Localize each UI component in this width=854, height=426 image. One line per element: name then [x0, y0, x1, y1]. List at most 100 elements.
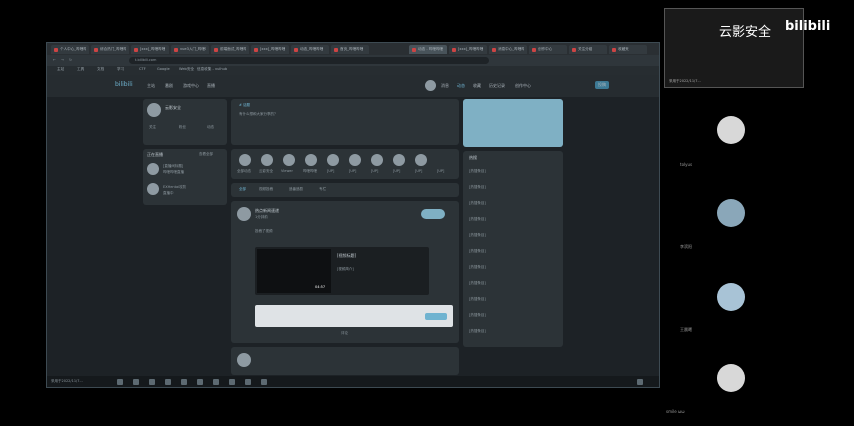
browser-tab[interactable]: 动态_哔哩哔哩: [291, 45, 329, 54]
browser-tab[interactable]: 创作中心: [529, 45, 567, 54]
feed-tab[interactable]: 追番追剧: [289, 187, 303, 192]
nav-right-item[interactable]: 收藏: [473, 83, 481, 89]
participant-avatar[interactable]: [717, 283, 745, 311]
nav-right-item[interactable]: 动态: [457, 83, 465, 89]
app-icon[interactable]: [229, 379, 235, 385]
reload-icon[interactable]: ↻: [69, 58, 72, 62]
feed-tab[interactable]: 视频投稿: [259, 187, 273, 192]
participant-name: 李滨阳: [680, 244, 692, 249]
browser-tab[interactable]: [xxx]_哔哩哔哩: [251, 45, 289, 54]
up-avatar[interactable]: [239, 154, 251, 166]
nav-right-item[interactable]: 历史记录: [489, 83, 505, 89]
trending-item[interactable]: [热搜条目]: [469, 265, 486, 270]
post-author-avatar[interactable]: [237, 353, 251, 367]
live-item-name[interactable]: [直播间标题]: [163, 164, 183, 169]
participant-avatar[interactable]: [717, 364, 745, 392]
nav-item[interactable]: 游戏中心: [183, 83, 199, 89]
trending-item[interactable]: [热搜条目]: [469, 169, 486, 174]
bookmark[interactable]: 信息收集 - vulhub: [197, 67, 227, 72]
feed-tab[interactable]: 全部: [239, 187, 246, 192]
profile-avatar[interactable]: [147, 103, 161, 117]
nav-item[interactable]: 直播: [207, 83, 215, 89]
trending-item[interactable]: [热搜条目]: [469, 329, 486, 334]
speaker-video-tile[interactable]: 云影安全 bilibili 采用于2022/11/7...: [664, 8, 830, 88]
browser-tab[interactable]: [xxx]_哔哩哔哩: [131, 45, 169, 54]
nav-right-item[interactable]: 创作中心: [515, 83, 531, 89]
browser-tab[interactable]: 首页_哔哩哔哩: [331, 45, 369, 54]
trending-item[interactable]: [热搜条目]: [469, 313, 486, 318]
browser-tab[interactable]: 综合热门_哔哩哔哩: [91, 45, 129, 54]
up-avatar[interactable]: [283, 154, 295, 166]
trending-item[interactable]: [热搜条目]: [469, 281, 486, 286]
promo-banner[interactable]: [463, 99, 563, 147]
topic-link[interactable]: # 话题: [239, 103, 250, 108]
address-bar-row: ← → ↻ t.bilibili.com: [47, 55, 659, 66]
bookmark[interactable]: CTF: [139, 67, 146, 71]
folder-icon[interactable]: [181, 379, 187, 385]
up-avatar[interactable]: [415, 154, 427, 166]
up-avatar[interactable]: [305, 154, 317, 166]
up-avatar[interactable]: [261, 154, 273, 166]
app-icon[interactable]: [197, 379, 203, 385]
app-icon[interactable]: [245, 379, 251, 385]
bookmark[interactable]: 文档: [97, 67, 104, 72]
bookmark[interactable]: Web安全: [179, 67, 194, 72]
url-input[interactable]: t.bilibili.com: [129, 57, 489, 64]
start-icon[interactable]: [117, 379, 123, 385]
search-icon[interactable]: [133, 379, 139, 385]
send-button[interactable]: [425, 313, 447, 320]
trending-item[interactable]: [热搜条目]: [469, 297, 486, 302]
feed-tab[interactable]: 专栏: [319, 187, 326, 192]
up-avatar[interactable]: [371, 154, 383, 166]
video-card[interactable]: 04:57 [视频标题] [视频简介]: [255, 247, 429, 295]
trending-item[interactable]: [热搜条目]: [469, 233, 486, 238]
stat-label[interactable]: 关注: [149, 125, 156, 130]
up-avatar[interactable]: [393, 154, 405, 166]
participant-avatar[interactable]: [717, 199, 745, 227]
browser-tab-active[interactable]: 动态 - 哔哩哔哩: [409, 45, 447, 54]
task-view-icon[interactable]: [149, 379, 155, 385]
bookmark[interactable]: 工具: [77, 67, 84, 72]
live-item-name[interactable]: EXHentai攻防: [163, 185, 186, 190]
comment-box[interactable]: [255, 305, 453, 327]
bilibili-logo[interactable]: bilibili: [115, 81, 133, 88]
post-author[interactable]: 热点新闻速递: [255, 208, 279, 214]
composer-input[interactable]: 有什么想和大家分享的？: [239, 112, 278, 117]
profile-name[interactable]: 云影安全: [165, 105, 181, 111]
nav-right-item[interactable]: 消息: [441, 83, 449, 89]
browser-tab[interactable]: [xxx]_哔哩哔哩: [449, 45, 487, 54]
user-avatar[interactable]: [425, 80, 436, 91]
up-avatar[interactable]: [349, 154, 361, 166]
trending-item[interactable]: [热搜条目]: [469, 249, 486, 254]
upload-button[interactable]: 投稿: [595, 81, 609, 89]
app-icon[interactable]: [261, 379, 267, 385]
bookmark[interactable]: Google: [157, 67, 170, 71]
browser-tab[interactable]: 收藏夹: [609, 45, 647, 54]
app-icon[interactable]: [213, 379, 219, 385]
stat-label[interactable]: 粉丝: [179, 125, 186, 130]
bookmark[interactable]: 主站: [57, 67, 64, 72]
up-avatar[interactable]: [327, 154, 339, 166]
post-author-avatar[interactable]: [237, 207, 251, 221]
browser-tab[interactable]: 关注分组: [569, 45, 607, 54]
browser-tab[interactable]: 消息中心_哔哩哔哩: [489, 45, 527, 54]
comment-label[interactable]: 评论: [341, 331, 348, 336]
nav-item[interactable]: 主站: [147, 83, 155, 89]
browser-tab[interactable]: vue3入门_哔哩哔哩: [171, 45, 209, 54]
trending-item[interactable]: [热搜条目]: [469, 201, 486, 206]
back-icon[interactable]: ←: [53, 58, 56, 62]
trending-item[interactable]: [热搜条目]: [469, 185, 486, 190]
nav-item[interactable]: 番剧: [165, 83, 173, 89]
browser-tab[interactable]: 前端面试_哔哩哔哩: [211, 45, 249, 54]
live-more-link[interactable]: 查看全部: [199, 152, 213, 157]
participant-avatar[interactable]: [717, 116, 745, 144]
forward-icon[interactable]: →: [61, 58, 64, 62]
trending-item[interactable]: [热搜条目]: [469, 217, 486, 222]
bookmark[interactable]: 学习: [117, 67, 124, 72]
live-avatar[interactable]: [147, 163, 159, 175]
live-avatar[interactable]: [147, 183, 159, 195]
browser-icon[interactable]: [165, 379, 171, 385]
video-title[interactable]: [视频标题]: [337, 253, 356, 259]
stat-label[interactable]: 动态: [207, 125, 214, 130]
browser-tab[interactable]: 个人中心_哔哩哔哩: [51, 45, 89, 54]
